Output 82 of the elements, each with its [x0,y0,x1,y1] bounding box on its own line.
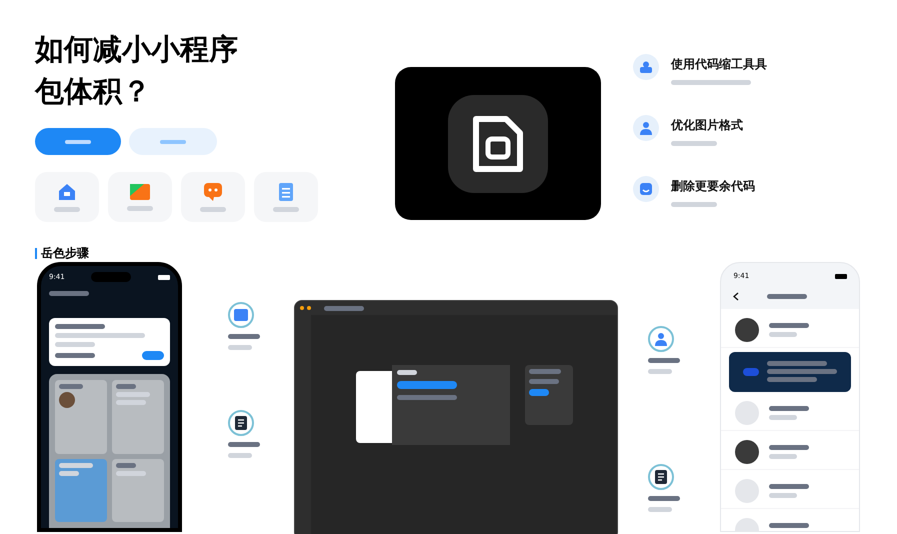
blurred-text [671,202,717,207]
blurred-text [769,454,798,458]
shortcut-tile[interactable] [181,172,245,222]
user-card-icon [639,60,653,74]
blurred-text [127,206,153,210]
picture-icon [130,184,150,200]
blurred-text [49,290,89,296]
blurred-text [769,414,798,420]
blurred-text [228,442,260,447]
blurred-text [59,462,93,468]
blurred-text [648,496,680,501]
blurred-text [767,361,827,366]
blurred-text [55,342,95,346]
blurred-text [116,400,146,404]
blurred-text [767,369,837,374]
camera-notch [91,272,132,282]
avatar-photo [735,440,760,464]
blurred-text [55,324,105,328]
person-icon [654,332,668,346]
primary-button[interactable] [35,128,121,155]
blurred-text [528,379,559,384]
document-icon [279,182,293,200]
blurred-text [769,444,810,450]
chat-icon [204,182,222,200]
blurred-text [648,507,672,512]
blurred-text [769,332,798,336]
side-menu-card [356,371,392,443]
shortcut-tile[interactable] [108,172,172,222]
blurred-text [528,369,561,374]
blurred-text [769,322,810,328]
blurred-text [228,453,252,458]
blurred-text [767,294,808,298]
feature-title: 使用代码缩工具具 [671,56,767,73]
blurred-text [200,206,226,212]
confirm-button[interactable] [142,350,164,360]
avatar-placeholder [735,400,760,424]
blurred-text [648,358,680,363]
back-icon[interactable] [733,292,740,300]
shortcut-tile[interactable] [35,172,99,222]
battery-icon [835,274,847,279]
battery-icon [158,274,170,280]
document-icon [234,416,247,430]
file-icon [472,114,524,172]
blurred-text [55,352,95,358]
page-title: 如何减小小程序 包体积？ [35,31,239,110]
blurred-text [59,384,83,388]
feature-title: 优化图片格式 [671,117,743,134]
blurred-text [769,492,798,498]
blurred-text [228,345,252,350]
blurred-text [396,395,457,400]
blurred-text [228,334,260,339]
avatar-photo [735,318,760,342]
blurred-text [116,462,136,468]
section-heading: 岳色步骤 [41,245,89,262]
action-button[interactable] [396,381,457,389]
blurred-text [769,484,810,488]
shortcut-tile[interactable] [254,172,318,222]
secondary-button[interactable] [129,128,217,155]
feature-title: 删除更要余代码 [671,178,755,195]
house-icon [58,182,76,200]
document-icon [655,470,668,484]
apply-button[interactable] [528,389,549,396]
blurred-text [648,369,672,374]
accent-bar [35,248,37,258]
blurred-text [324,306,364,310]
smiley-icon [639,182,653,196]
blurred-text [767,377,817,382]
person-icon [639,121,653,135]
blurred-text [396,370,417,375]
square-icon [234,309,248,321]
avatar-placeholder [735,478,760,502]
avatar-photo [59,392,75,408]
blurred-text [116,384,136,388]
blurred-text [116,392,150,396]
blurred-text [273,206,299,212]
tag-block [743,368,759,376]
blurred-text [769,522,810,528]
blurred-text [59,470,79,476]
blurred-text [671,141,717,146]
blurred-text [116,470,146,476]
blurred-text [769,406,810,410]
blurred-text [54,206,80,212]
